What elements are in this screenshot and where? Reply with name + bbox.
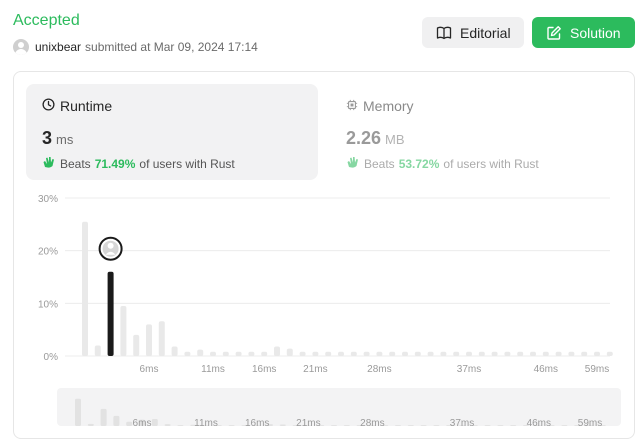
submission-result-page: Accepted unixbear submitted at Mar 09, 2… (0, 0, 638, 442)
runtime-beats-suffix: of users with Rust (139, 156, 235, 171)
memory-beats-label: Beats (364, 156, 395, 171)
memory-title: Memory (363, 98, 414, 114)
runtime-beats-label: Beats (60, 156, 91, 171)
clap-icon (346, 155, 360, 172)
runtime-panel[interactable]: Runtime 3 ms Beats 71.49% of users with … (26, 84, 318, 180)
runtime-value: 3 (42, 128, 53, 148)
editorial-label: Editorial (460, 24, 511, 41)
submitted-time: submitted at Mar 09, 2024 17:14 (85, 40, 258, 54)
memory-value: 2.26 (346, 128, 382, 148)
clock-icon (42, 98, 55, 114)
edit-icon (546, 25, 562, 41)
clap-icon (42, 155, 56, 172)
memory-panel[interactable]: Memory 2.26 MB Beats 53.72% of users wit… (330, 84, 622, 180)
chip-icon (346, 98, 358, 114)
editorial-button[interactable]: Editorial (422, 17, 524, 48)
memory-beats-percent: 53.72% (398, 156, 440, 171)
user-avatar-icon[interactable] (13, 39, 29, 55)
solution-button[interactable]: Solution (532, 17, 635, 48)
memory-beats-suffix: of users with Rust (443, 156, 539, 171)
solution-label: Solution (570, 24, 621, 41)
username-link[interactable]: unixbear (35, 40, 81, 54)
submission-status: Accepted (13, 12, 80, 29)
runtime-unit: ms (56, 132, 74, 147)
runtime-beats-percent: 71.49% (94, 156, 136, 171)
performance-card: Runtime 3 ms Beats 71.49% of users with … (13, 71, 635, 439)
memory-unit: MB (385, 132, 405, 147)
runtime-title: Runtime (60, 98, 113, 114)
book-icon (436, 25, 452, 41)
submitter-info: unixbear submitted at Mar 09, 2024 17:14 (13, 39, 258, 55)
